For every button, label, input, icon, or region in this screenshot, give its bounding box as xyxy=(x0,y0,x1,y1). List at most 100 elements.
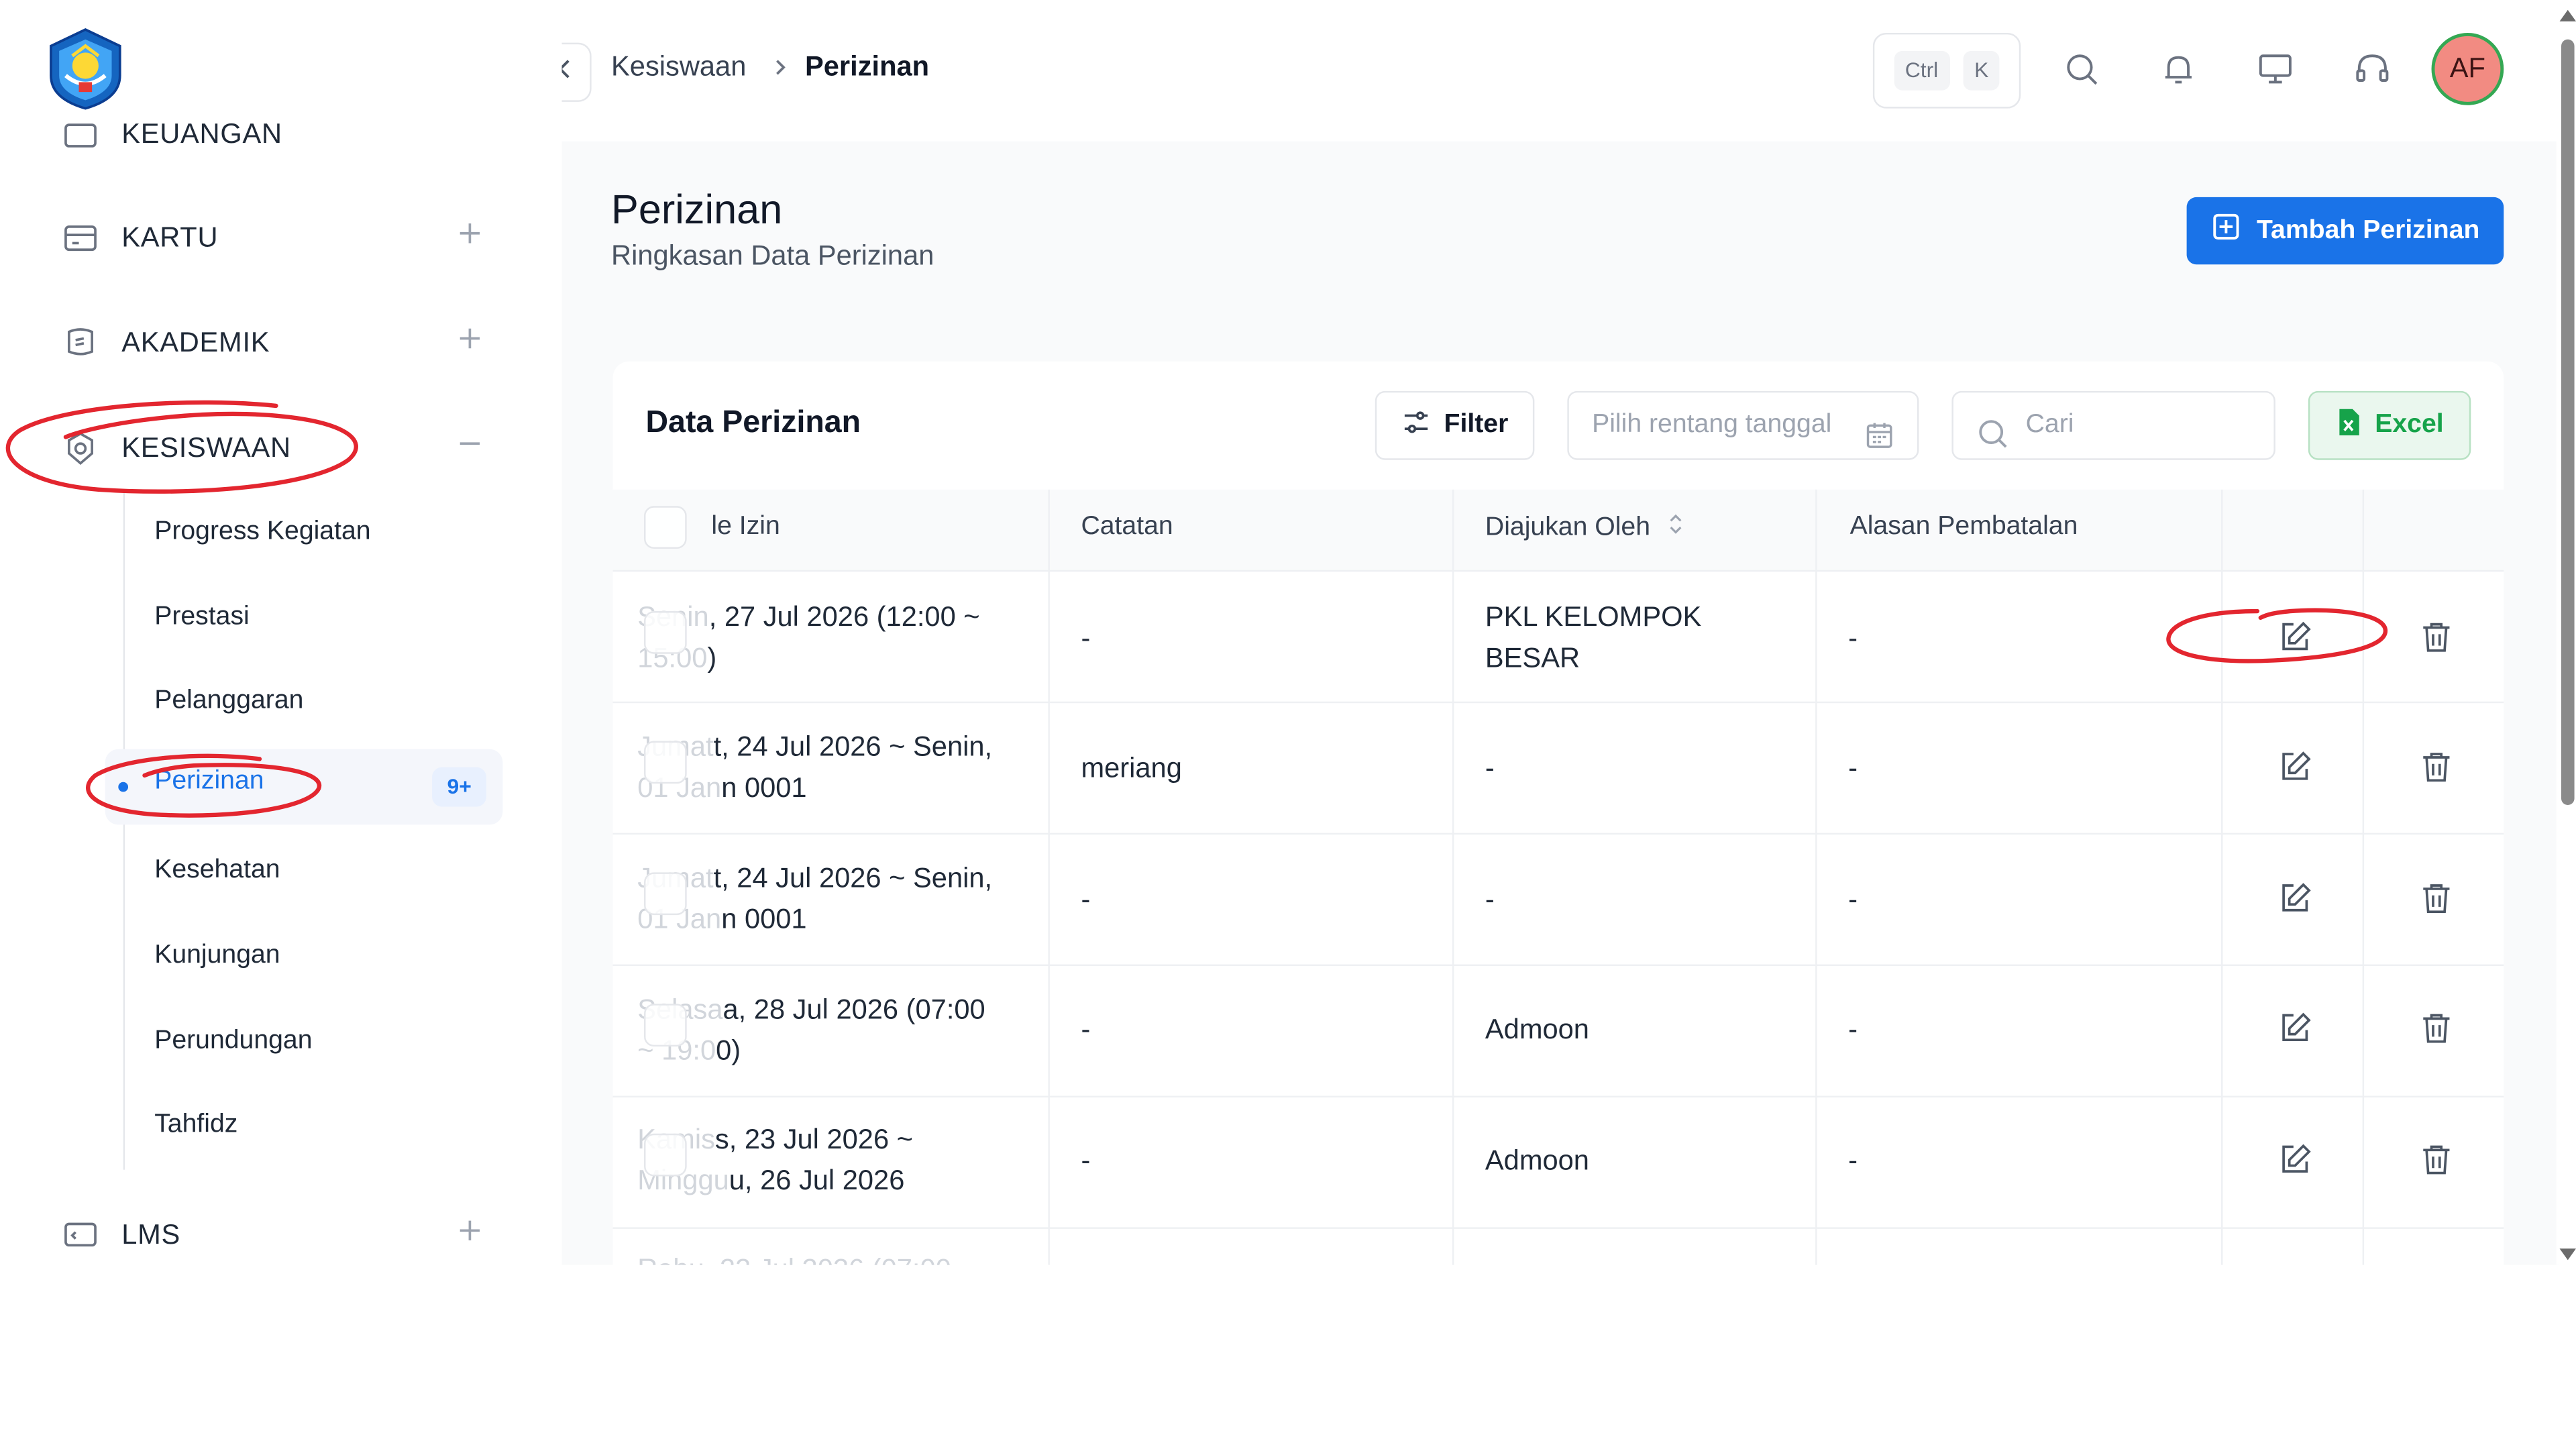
sort-icon[interactable] xyxy=(1668,513,1684,544)
edit-icon[interactable] xyxy=(2277,619,2313,655)
trash-icon[interactable] xyxy=(2418,749,2455,786)
trash-icon[interactable] xyxy=(2418,1142,2455,1178)
date-line-1: s, 23 Jul 2026 ~ xyxy=(714,1124,914,1155)
submenu-guide-line xyxy=(123,492,125,1170)
date-cell: Jumatt, 24 Jul 2026 ~ Senin, 01 Jann 000… xyxy=(637,857,992,939)
search-input[interactable]: Cari xyxy=(1951,390,2275,460)
sidebar-subitem-prestasi[interactable]: Prestasi xyxy=(154,598,250,637)
active-dot xyxy=(118,782,129,792)
trash-icon[interactable] xyxy=(2418,1010,2455,1046)
row-checkbox[interactable] xyxy=(644,872,687,916)
catatan-cell: - xyxy=(1081,623,1091,654)
catatan-cell: - xyxy=(1081,1144,1091,1177)
search-icon[interactable] xyxy=(2061,49,2101,89)
sidebar-subitem-perizinan[interactable]: Perizinan 9+ xyxy=(105,749,503,825)
calendar-icon xyxy=(1865,411,1894,448)
column-header-diajukan-oleh[interactable]: Diajukan Oleh xyxy=(1485,513,1684,544)
blank-area xyxy=(0,1265,2576,1449)
lms-icon xyxy=(59,1214,102,1257)
sidebar-item-label: AKADEMIK xyxy=(121,327,270,358)
trash-icon[interactable] xyxy=(2418,619,2455,655)
sidebar-item-akademik[interactable]: AKADEMIK xyxy=(59,311,502,376)
row-checkbox[interactable] xyxy=(644,1133,687,1177)
date-line-1: a, 28 Jul 2026 (07:00 xyxy=(722,994,985,1026)
sidebar-subitem-kunjungan[interactable]: Kunjungan xyxy=(154,936,280,976)
sidebar-subitem-pelanggaran[interactable]: Pelanggaran xyxy=(154,682,303,721)
headset-icon[interactable] xyxy=(2353,49,2392,89)
row-checkbox[interactable] xyxy=(644,1004,687,1047)
catatan-cell: - xyxy=(1081,1014,1091,1045)
edit-icon[interactable] xyxy=(2277,881,2313,917)
plus-icon[interactable] xyxy=(457,220,483,246)
command-palette-button[interactable]: Ctrl K xyxy=(1872,32,2021,109)
scroll-down-arrow-icon[interactable] xyxy=(2559,1248,2576,1260)
alasan-cell: - xyxy=(1848,1014,1858,1045)
column-header-catatan: Catatan xyxy=(1081,513,1173,541)
column-header-label: Diajukan Oleh xyxy=(1485,513,1651,542)
academic-icon xyxy=(59,322,102,365)
catatan-cell: meriang xyxy=(1081,752,1182,784)
sidebar-subitem-kesehatan[interactable]: Kesehatan xyxy=(154,851,280,891)
plus-icon[interactable] xyxy=(457,325,483,352)
column-header-tanggal-izin[interactable]: le Izin xyxy=(711,513,780,542)
excel-label: Excel xyxy=(2375,411,2444,439)
user-avatar[interactable]: AF xyxy=(2431,32,2504,105)
page-subtitle: Ringkasan Data Perizinan xyxy=(611,239,934,272)
scroll-up-arrow-icon[interactable] xyxy=(2559,9,2576,21)
sidebar-item-kartu[interactable]: KARTU xyxy=(59,205,502,271)
sidebar-item-label: KESISWAAN xyxy=(121,432,291,464)
scrollbar-thumb[interactable] xyxy=(2561,39,2575,806)
sidebar-item-label: LMS xyxy=(121,1219,181,1250)
sidebar-subitem-perundungan[interactable]: Perundungan xyxy=(154,1022,312,1061)
add-permission-button[interactable]: Tambah Perizinan xyxy=(2186,197,2504,265)
date-line-2: n 0001 xyxy=(721,772,807,804)
sidebar-item-label: KARTU xyxy=(121,221,219,254)
alasan-cell: - xyxy=(1848,752,1858,784)
breadcrumb-perizinan: Perizinan xyxy=(805,50,930,83)
minus-icon[interactable] xyxy=(457,431,483,457)
filter-button[interactable]: Filter xyxy=(1375,390,1535,460)
add-button-label: Tambah Perizinan xyxy=(2257,216,2480,244)
page-scrollbar[interactable] xyxy=(2556,0,2576,1265)
row-checkbox[interactable] xyxy=(644,611,687,654)
edit-icon[interactable] xyxy=(2277,1010,2313,1046)
select-all-checkbox[interactable] xyxy=(644,506,687,549)
student-icon xyxy=(59,427,102,470)
export-excel-button[interactable]: Excel xyxy=(2308,390,2471,460)
date-cell: Jumatt, 24 Jul 2026 ~ Senin, 01 Jann 000… xyxy=(637,726,992,808)
diajukan-cell: - xyxy=(1485,752,1495,784)
sliders-icon xyxy=(1401,407,1431,444)
diajukan-cell: Admoon xyxy=(1485,1144,1589,1177)
search-icon xyxy=(1976,411,2009,448)
plus-icon[interactable] xyxy=(457,1218,483,1244)
date-line-2: u, 26 Jul 2026 xyxy=(729,1165,905,1196)
search-placeholder: Cari xyxy=(2025,411,2074,439)
logo-icon[interactable] xyxy=(43,26,128,111)
card-title: Data Perizinan xyxy=(645,405,861,441)
sidebar-subitem-tahfidz[interactable]: Tahfidz xyxy=(154,1106,237,1145)
date-range-input[interactable]: Pilih rentang tanggal xyxy=(1567,390,1919,460)
excel-file-icon xyxy=(2335,407,2361,444)
date-cell: Senin, 27 Jul 2026 (12:00 ~ 15:00) xyxy=(637,596,979,678)
sidebar-item-lms[interactable]: LMS xyxy=(59,1203,502,1265)
row-checkbox[interactable] xyxy=(644,741,687,784)
column-header-alasan-pembatalan: Alasan Pembatalan xyxy=(1849,513,2078,541)
breadcrumb-kesiswaan[interactable]: Kesiswaan xyxy=(611,51,746,84)
wallet-icon xyxy=(59,113,102,156)
app-root: KEUANGAN KARTU AKADEMIK KESISWAAN Progre… xyxy=(0,0,2576,1449)
sidebar-subitem-progress-kegiatan[interactable]: Progress Kegiatan xyxy=(154,513,370,552)
bell-icon[interactable] xyxy=(2159,49,2198,89)
sidebar-item-label: KEUANGAN xyxy=(121,118,282,150)
edit-icon[interactable] xyxy=(2277,1142,2313,1178)
alasan-cell: - xyxy=(1848,623,1858,654)
date-line-1: t, 24 Jul 2026 ~ Senin, xyxy=(713,731,993,763)
date-line-2: n 0001 xyxy=(721,903,807,935)
trash-icon[interactable] xyxy=(2418,881,2455,917)
card-icon xyxy=(59,217,102,260)
sidebar-item-kesiswaan[interactable]: KESISWAAN xyxy=(59,416,502,482)
date-line-2: 0) xyxy=(716,1034,741,1067)
kbd-k: K xyxy=(1962,50,2000,91)
monitor-icon[interactable] xyxy=(2255,49,2295,89)
count-badge: 9+ xyxy=(432,767,486,807)
edit-icon[interactable] xyxy=(2277,749,2313,786)
